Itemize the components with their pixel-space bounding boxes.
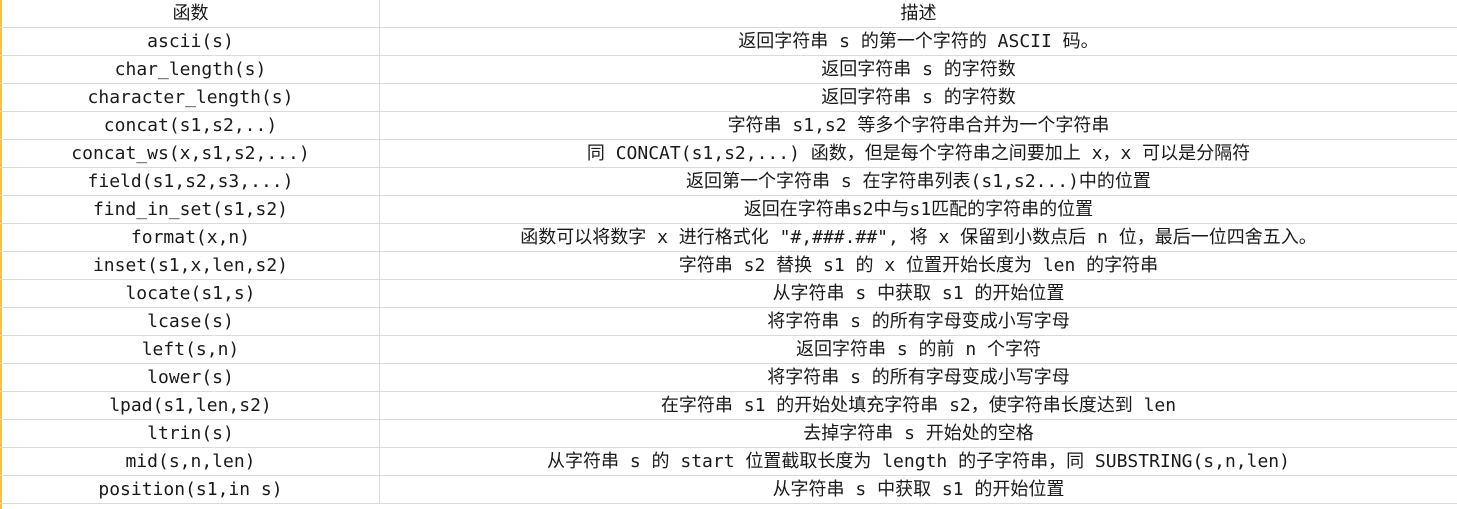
description-cell[interactable]: 在字符串 s1 的开始处填充字符串 s2，使字符串长度达到 len [380,392,1457,419]
table-row: locate(s1,s) 从字符串 s 中获取 s1 的开始位置 [0,280,1457,308]
description-cell[interactable]: 从字符串 s 中获取 s1 的开始位置 [380,476,1457,503]
function-cell[interactable]: left(s,n) [2,336,380,363]
table-row: ltrin(s) 去掉字符串 s 开始处的空格 [0,420,1457,448]
function-cell[interactable]: inset(s1,x,len,s2) [2,252,380,279]
function-cell[interactable]: lpad(s1,len,s2) [2,392,380,419]
function-cell[interactable]: mid(s,n,len) [2,448,380,475]
function-cell[interactable]: lower(s) [2,364,380,391]
description-cell[interactable]: 去掉字符串 s 开始处的空格 [380,420,1457,447]
table-row: mid(s,n,len) 从字符串 s 的 start 位置截取长度为 leng… [0,448,1457,476]
description-cell[interactable]: 返回字符串 s 的字符数 [380,56,1457,83]
table-row: left(s,n) 返回字符串 s 的前 n 个字符 [0,336,1457,364]
description-cell[interactable]: 将字符串 s 的所有字母变成小写字母 [380,364,1457,391]
function-cell[interactable]: format(x,n) [2,224,380,251]
function-cell[interactable]: ltrin(s) [2,420,380,447]
table-row: lpad(s1,len,s2) 在字符串 s1 的开始处填充字符串 s2，使字符… [0,392,1457,420]
description-cell[interactable]: 从字符串 s 的 start 位置截取长度为 length 的子字符串，同 SU… [380,448,1457,475]
header-cell-description[interactable]: 描述 [380,0,1457,27]
description-cell[interactable]: 字符串 s2 替换 s1 的 x 位置开始长度为 len 的字符串 [380,252,1457,279]
function-cell[interactable]: ascii(s) [2,28,380,55]
description-cell[interactable]: 返回字符串 s 的前 n 个字符 [380,336,1457,363]
header-cell-function[interactable]: 函数 [2,0,380,27]
function-cell[interactable]: char_length(s) [2,56,380,83]
table-row: field(s1,s2,s3,...) 返回第一个字符串 s 在字符串列表(s1… [0,168,1457,196]
header-row: 函数 描述 [0,0,1457,28]
table-row: char_length(s) 返回字符串 s 的字符数 [0,56,1457,84]
function-cell[interactable]: concat(s1,s2,..) [2,112,380,139]
table-row: format(x,n) 函数可以将数字 x 进行格式化 "#,###.##", … [0,224,1457,252]
table-row: inset(s1,x,len,s2) 字符串 s2 替换 s1 的 x 位置开始… [0,252,1457,280]
function-cell[interactable]: locate(s1,s) [2,280,380,307]
function-cell[interactable]: find_in_set(s1,s2) [2,196,380,223]
description-cell[interactable]: 从字符串 s 中获取 s1 的开始位置 [380,280,1457,307]
table-row: concat_ws(x,s1,s2,...) 同 CONCAT(s1,s2,..… [0,140,1457,168]
table-row: ascii(s) 返回字符串 s 的第一个字符的 ASCII 码。 [0,28,1457,56]
description-cell[interactable]: 返回在字符串s2中与s1匹配的字符串的位置 [380,196,1457,223]
function-cell[interactable]: field(s1,s2,s3,...) [2,168,380,195]
table-row: find_in_set(s1,s2) 返回在字符串s2中与s1匹配的字符串的位置 [0,196,1457,224]
description-cell[interactable]: 返回第一个字符串 s 在字符串列表(s1,s2...)中的位置 [380,168,1457,195]
description-cell[interactable]: 返回字符串 s 的第一个字符的 ASCII 码。 [380,28,1457,55]
function-cell[interactable]: character_length(s) [2,84,380,111]
table-row: position(s1,in s) 从字符串 s 中获取 s1 的开始位置 [0,476,1457,504]
table-row: lcase(s) 将字符串 s 的所有字母变成小写字母 [0,308,1457,336]
table-row: lower(s) 将字符串 s 的所有字母变成小写字母 [0,364,1457,392]
description-cell[interactable]: 返回字符串 s 的字符数 [380,84,1457,111]
description-cell[interactable]: 函数可以将数字 x 进行格式化 "#,###.##", 将 x 保留到小数点后 … [380,224,1457,251]
table-row: concat(s1,s2,..) 字符串 s1,s2 等多个字符串合并为一个字符… [0,112,1457,140]
description-cell[interactable]: 字符串 s1,s2 等多个字符串合并为一个字符串 [380,112,1457,139]
table-row: character_length(s) 返回字符串 s 的字符数 [0,84,1457,112]
description-cell[interactable]: 将字符串 s 的所有字母变成小写字母 [380,308,1457,335]
function-cell[interactable]: lcase(s) [2,308,380,335]
function-cell[interactable]: concat_ws(x,s1,s2,...) [2,140,380,167]
function-cell[interactable]: position(s1,in s) [2,476,380,503]
spreadsheet-grid: 函数 描述 ascii(s) 返回字符串 s 的第一个字符的 ASCII 码。 … [0,0,1457,509]
description-cell[interactable]: 同 CONCAT(s1,s2,...) 函数，但是每个字符串之间要加上 x，x … [380,140,1457,167]
